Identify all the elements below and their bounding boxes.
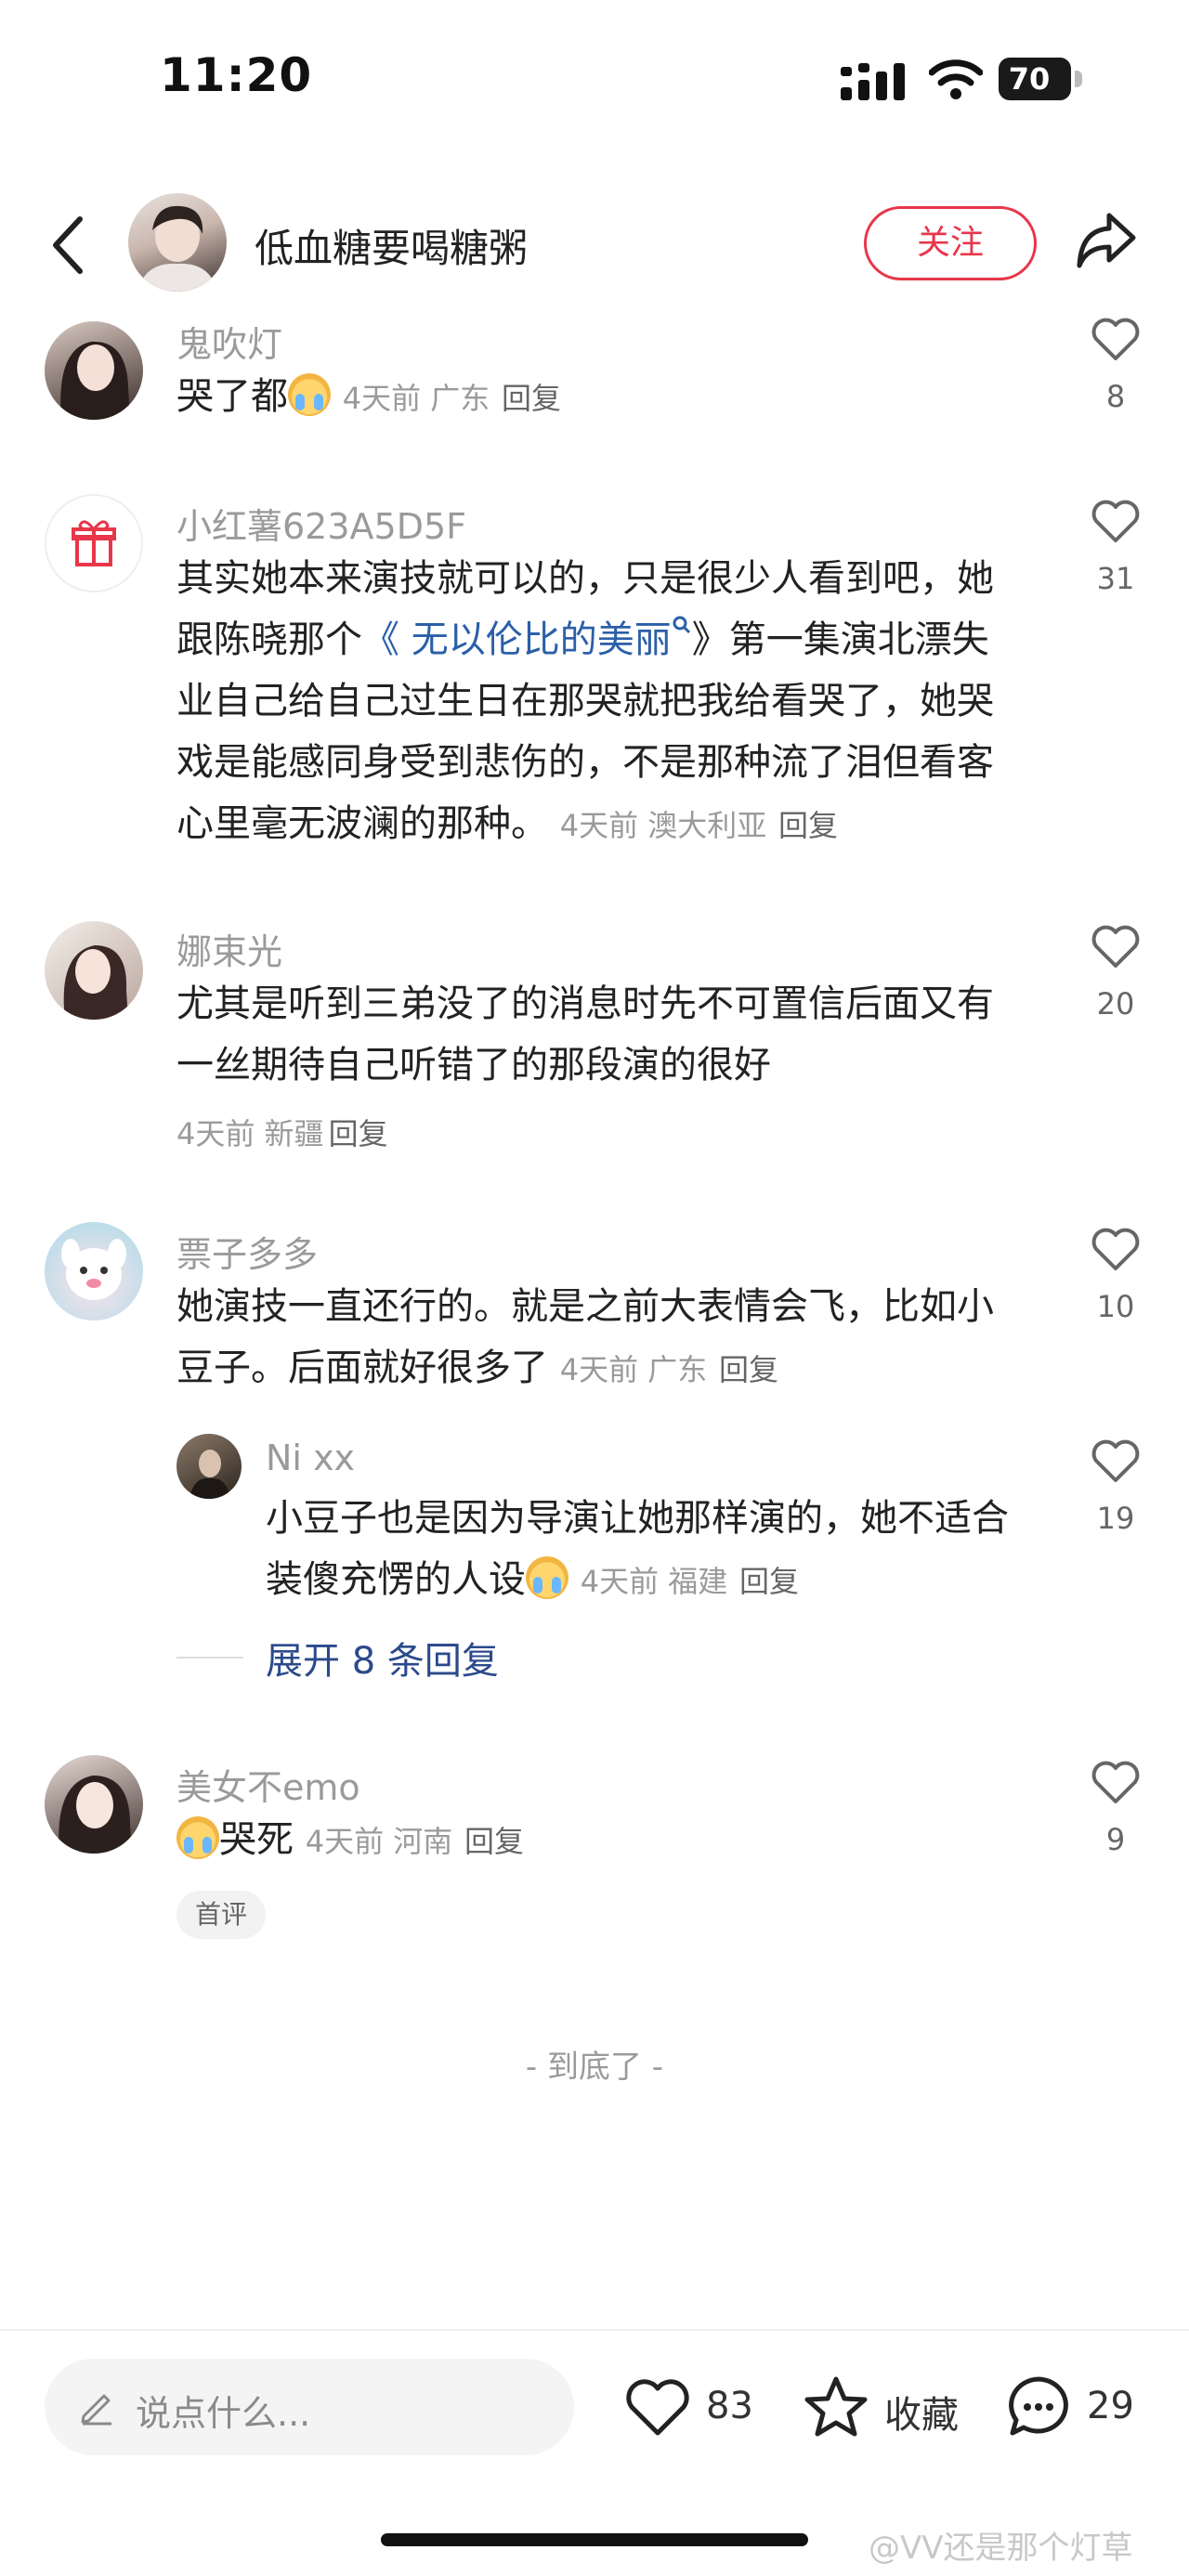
comment-text: 哭死 4天前 河南 回复 — [176, 1809, 1031, 1872]
comment-line: 尤其是听到三弟没了的消息时先不可置信后面又有 — [176, 982, 994, 1025]
like-count: 10 — [1096, 1289, 1135, 1324]
reply-button[interactable]: 回复 — [778, 808, 838, 843]
battery-level: 70 — [1008, 61, 1051, 97]
like-icon[interactable] — [1091, 1759, 1141, 1805]
like-count: 20 — [1096, 986, 1135, 1021]
back-icon[interactable] — [48, 215, 85, 275]
comment-meta: 4天前 广东 — [559, 1352, 708, 1387]
comment-text-body: 哭了都 — [176, 375, 288, 418]
like-icon[interactable] — [1091, 498, 1141, 544]
comment-text-body: 哭死 — [219, 1818, 294, 1861]
cellular-signal-icon — [841, 63, 905, 100]
comment-meta: 4天前 澳大利亚 — [559, 808, 767, 843]
crying-emoji-icon — [526, 1556, 568, 1599]
bottom-divider — [0, 2329, 1189, 2331]
comment-input-placeholder[interactable]: 说点什么... — [136, 2385, 310, 2436]
like-post-icon[interactable] — [624, 2374, 691, 2440]
author-name[interactable]: 低血糖要喝糖粥 — [255, 217, 528, 274]
comment-line: 其实她本来演技就可以的，只是很少人看到吧，她 — [176, 557, 994, 600]
comment-meta: 4天前 新疆 — [176, 1116, 324, 1151]
comment-line: 小豆子也是因为导演让她那样演的，她不适合 — [266, 1497, 1009, 1540]
comment-line: 业自己给自己过生日在那哭就把我给看哭了，她哭 — [176, 680, 994, 722]
comment-meta: 4天前 广东 — [342, 381, 490, 416]
search-icon — [673, 616, 690, 634]
like-count: 9 — [1105, 1822, 1126, 1857]
comment-username[interactable]: 小红薯623A5D5F — [176, 498, 466, 549]
like-icon[interactable] — [1091, 1438, 1141, 1484]
comment-username[interactable]: 鬼吹灯 — [176, 316, 282, 367]
comment-username[interactable]: 票子多多 — [176, 1226, 318, 1277]
comment-line: 跟陈晓那个《 无以伦比的美丽 》第一集演北漂失 — [176, 609, 1031, 670]
reply-button[interactable]: 回复 — [502, 381, 561, 416]
watermark: @VV还是那个灯草 — [869, 2530, 1133, 2567]
like-count: 8 — [1105, 379, 1126, 414]
comment-text: 尤其是听到三弟没了的消息时先不可置信后面又有 一丝期待自己听错了的那段演的很好 — [176, 973, 1031, 1096]
commenter-avatar[interactable] — [45, 1755, 143, 1854]
commenter-avatar[interactable] — [45, 494, 143, 592]
commenter-avatar[interactable] — [45, 321, 143, 420]
expand-divider — [176, 1657, 243, 1659]
home-indicator[interactable] — [381, 2533, 808, 2546]
comment-meta: 4天前 福建 — [580, 1564, 728, 1599]
pencil-icon — [81, 2394, 111, 2426]
comment-text-segment: 》第一集演北漂失 — [691, 618, 989, 661]
comment-line: 装傻充愣的人设 4天前 福建 回复 — [266, 1549, 1055, 1612]
comment-line: 豆子。后面就好很多了 4天前 广东 回复 — [176, 1337, 1031, 1400]
expand-replies-button[interactable]: 展开 8 条回复 — [266, 1631, 499, 1685]
reply-avatar[interactable] — [176, 1434, 242, 1499]
battery-icon: 70 — [999, 58, 1082, 100]
comment-text-segment: 心里毫无波澜的那种。 — [176, 802, 548, 845]
comment-username[interactable]: 美女不emo — [176, 1759, 360, 1810]
comment-line: 心里毫无波澜的那种。 4天前 澳大利亚 回复 — [176, 793, 1031, 856]
commenter-avatar[interactable] — [45, 921, 143, 1020]
drama-link[interactable]: 《 无以伦比的美丽 — [362, 618, 672, 661]
crying-emoji-icon — [288, 373, 331, 416]
reply-button[interactable]: 回复 — [464, 1824, 524, 1859]
reply-button[interactable]: 回复 — [719, 1352, 778, 1387]
crying-emoji-icon — [176, 1816, 219, 1859]
reply-username[interactable]: Ni xx — [266, 1438, 355, 1478]
like-icon[interactable] — [1091, 316, 1141, 362]
reply-button[interactable]: 回复 — [739, 1564, 799, 1599]
comment-text-segment: 豆子。后面就好很多了 — [176, 1347, 548, 1389]
status-time: 11:20 — [160, 48, 313, 102]
like-count: 19 — [1096, 1501, 1135, 1536]
comment-bubble-icon[interactable] — [1005, 2374, 1072, 2440]
comment-line: 一丝期待自己听错了的那段演的很好 — [176, 1044, 771, 1086]
author-avatar[interactable] — [128, 193, 227, 292]
post-like-count: 83 — [706, 2385, 753, 2427]
collect-label[interactable]: 收藏 — [884, 2385, 959, 2439]
comment-line: 戏是能感同身受到悲伤的，不是那种流了泪但看客 — [176, 741, 994, 784]
comment-text: 其实她本来演技就可以的，只是很少人看到吧，她 跟陈晓那个《 无以伦比的美丽 》第一… — [176, 548, 1031, 856]
reply-button[interactable]: 回复 — [329, 1116, 388, 1151]
gift-icon — [72, 520, 116, 566]
wifi-icon — [929, 59, 983, 99]
commenter-avatar[interactable] — [45, 1222, 143, 1321]
like-icon[interactable] — [1091, 1226, 1141, 1272]
comment-meta-row: 4天前 新疆 回复 — [176, 1111, 388, 1153]
share-icon[interactable] — [1074, 210, 1139, 271]
post-comment-count: 29 — [1087, 2385, 1134, 2427]
star-icon[interactable] — [803, 2374, 869, 2440]
reply-text: 小豆子也是因为导演让她那样演的，她不适合 装傻充愣的人设 4天前 福建 回复 — [266, 1488, 1055, 1612]
follow-button[interactable]: 关注 — [864, 206, 1037, 280]
like-count: 31 — [1096, 561, 1135, 596]
first-comment-badge: 首评 — [176, 1891, 266, 1939]
comment-text: 她演技一直还行的。就是之前大表情会飞，比如小 豆子。后面就好很多了 4天前 广东… — [176, 1276, 1031, 1400]
like-icon[interactable] — [1091, 923, 1141, 969]
comment-text-segment: 跟陈晓那个 — [176, 618, 362, 661]
comment-text-segment: 装傻充愣的人设 — [266, 1558, 526, 1601]
comment-line: 她演技一直还行的。就是之前大表情会飞，比如小 — [176, 1285, 994, 1328]
comment-text: 哭了都 4天前 广东 回复 — [176, 366, 1031, 429]
comment-meta: 4天前 河南 — [305, 1824, 453, 1859]
comment-username[interactable]: 娜束光 — [176, 923, 282, 974]
end-of-list: - 到底了 - — [525, 2049, 664, 2086]
